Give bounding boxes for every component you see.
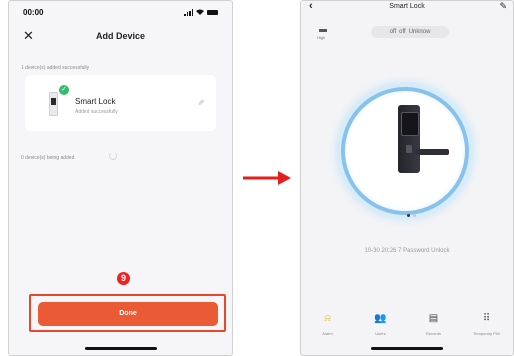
smart-lock-image <box>398 105 420 173</box>
device-name: Smart Lock <box>75 97 116 106</box>
status-bar: 00:00 <box>9 1 232 23</box>
status-time: 00:00 <box>23 7 44 17</box>
keypad-icon: ⠿ <box>482 313 491 324</box>
check-icon: ✓ <box>59 85 69 95</box>
tab-label: Records <box>426 331 441 336</box>
close-icon[interactable]: ✕ <box>23 28 34 44</box>
device-card[interactable]: ✓ Smart Lock Added successfully ✎ <box>25 75 216 131</box>
status-icons <box>184 8 218 16</box>
transition-arrow-icon <box>243 171 291 185</box>
bottom-tab-bar: ⍾ Alarm 👥 Users ▤ Records ⠿ Temporary PW <box>301 313 513 343</box>
battery-level-label: High <box>317 35 326 40</box>
loading-spinner-icon <box>109 152 117 160</box>
users-icon: 👥 <box>374 313 387 324</box>
tab-label: Users <box>375 331 386 336</box>
home-indicator <box>371 347 443 350</box>
adding-count-text: 0 device(s) being added <box>21 155 75 161</box>
signal-icon <box>184 8 193 16</box>
battery-level-icon <box>319 29 327 32</box>
smart-lock-thumbnail <box>49 92 58 116</box>
tab-label: Alarm <box>322 331 333 336</box>
tab-alarm[interactable]: ⍾ Alarm <box>303 313 353 343</box>
wifi-icon <box>196 9 204 15</box>
nav-bar: ✕ Add Device <box>9 25 232 47</box>
status-pill: off <box>389 29 397 35</box>
device-status: Added successfully <box>75 109 118 115</box>
page-indicator <box>407 214 416 217</box>
tab-users[interactable]: 👥 Users <box>356 313 406 343</box>
lock-status-pills: off off Unknow <box>371 26 449 38</box>
home-indicator <box>84 347 157 350</box>
latest-record-text: 10-30 20:26 7 Password Unlock <box>364 248 450 254</box>
add-device-screen: 00:00 ✕ Add Device 1 device(s) added suc… <box>8 0 233 356</box>
lock-handle-image <box>415 149 449 155</box>
tab-label: Temporary PW <box>473 331 500 336</box>
nav-bar: ‹ Smart Lock ✎ <box>301 1 513 15</box>
tab-records[interactable]: ▤ Records <box>409 313 459 343</box>
bell-icon: ⍾ <box>324 313 331 324</box>
done-button[interactable]: Done <box>38 302 218 326</box>
status-pill: Unknow <box>408 29 431 35</box>
page-title: Smart Lock <box>389 3 425 10</box>
battery-icon <box>207 9 218 15</box>
tab-temporary-pw[interactable]: ⠿ Temporary PW <box>462 313 512 343</box>
status-pill: off <box>399 29 406 35</box>
edit-pencil-icon[interactable]: ✎ <box>196 99 205 106</box>
calendar-icon: ▤ <box>428 313 439 324</box>
added-count-text: 1 device(s) added successfully <box>21 65 90 71</box>
step-number-badge: 9 <box>117 272 130 285</box>
page-title: Add Device <box>95 31 146 41</box>
smart-lock-screen: ‹ Smart Lock ✎ High off off Unknow 10-30… <box>300 0 514 356</box>
edit-pencil-icon[interactable]: ✎ <box>499 1 507 12</box>
